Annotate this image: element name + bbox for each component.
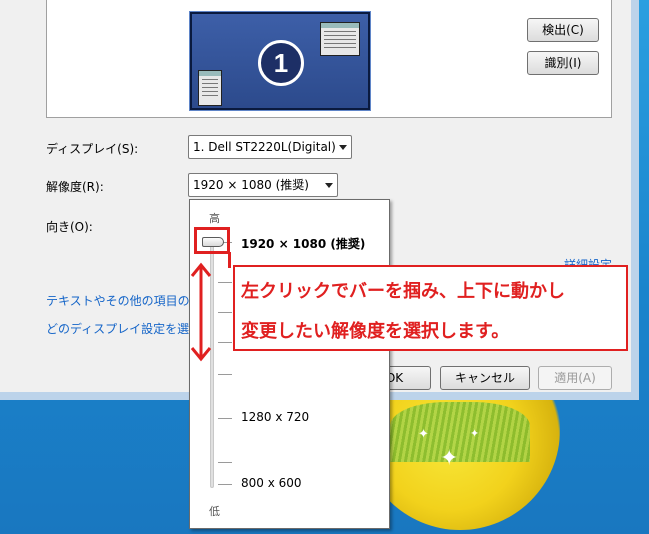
wallpaper-sparkle-icon: ✦	[418, 427, 429, 442]
text-size-link[interactable]: テキストやその他の項目の	[46, 292, 190, 309]
low-label: 低	[209, 505, 220, 518]
display-label: ディスプレイ(S):	[46, 142, 139, 156]
monitor-preview[interactable]: 1	[189, 11, 371, 111]
mini-window-icon	[320, 22, 360, 56]
high-label: 高	[209, 212, 220, 225]
slider-tick	[218, 484, 232, 485]
resolution-label: 解像度(R):	[46, 180, 104, 194]
display-dropdown[interactable]: 1. Dell ST2220L(Digital)	[188, 135, 352, 159]
instruction-line-2: 変更したい解像度を選択します。	[241, 321, 510, 342]
monitor-number-badge: 1	[258, 40, 304, 86]
wallpaper-grass	[390, 402, 530, 462]
instruction-callout: 左クリックでバーを掴み、上下に動かし 変更したい解像度を選択します。	[233, 265, 628, 351]
slider-thumb-highlight	[194, 227, 230, 254]
slider-tick	[218, 312, 232, 313]
mini-window-icon	[198, 70, 222, 106]
chevron-down-icon	[325, 183, 333, 188]
slider-tick	[218, 462, 232, 463]
up-down-arrow-icon	[190, 262, 212, 362]
detect-button[interactable]: 検出(C)	[527, 18, 599, 42]
resolution-option-1280: 1280 x 720	[241, 410, 310, 424]
wallpaper-sparkle-icon: ✦	[440, 446, 459, 471]
resolution-dropdown[interactable]: 1920 × 1080 (推奨)	[188, 173, 338, 197]
orientation-label: 向き(O):	[46, 220, 93, 234]
resolution-dropdown-value: 1920 × 1080 (推奨)	[193, 178, 309, 192]
slider-tick	[218, 374, 232, 375]
instruction-line-1: 左クリックでバーを掴み、上下に動かし	[241, 281, 565, 302]
wallpaper-sparkle-icon: ✦	[470, 427, 480, 440]
slider-tick	[218, 418, 232, 419]
display-settings-help-link[interactable]: どのディスプレイ設定を選	[46, 320, 189, 337]
display-dropdown-value: 1. Dell ST2220L(Digital)	[193, 140, 336, 154]
apply-button[interactable]: 適用(A)	[538, 366, 612, 390]
current-resolution-label: 1920 × 1080 (推奨)	[241, 237, 366, 251]
callout-connector	[228, 252, 231, 268]
cancel-button[interactable]: キャンセル	[440, 366, 530, 390]
chevron-down-icon	[339, 145, 347, 150]
identify-button[interactable]: 識別(I)	[527, 51, 599, 75]
resolution-option-800: 800 x 600	[241, 476, 302, 490]
slider-tick	[218, 282, 232, 283]
slider-tick	[218, 342, 232, 343]
